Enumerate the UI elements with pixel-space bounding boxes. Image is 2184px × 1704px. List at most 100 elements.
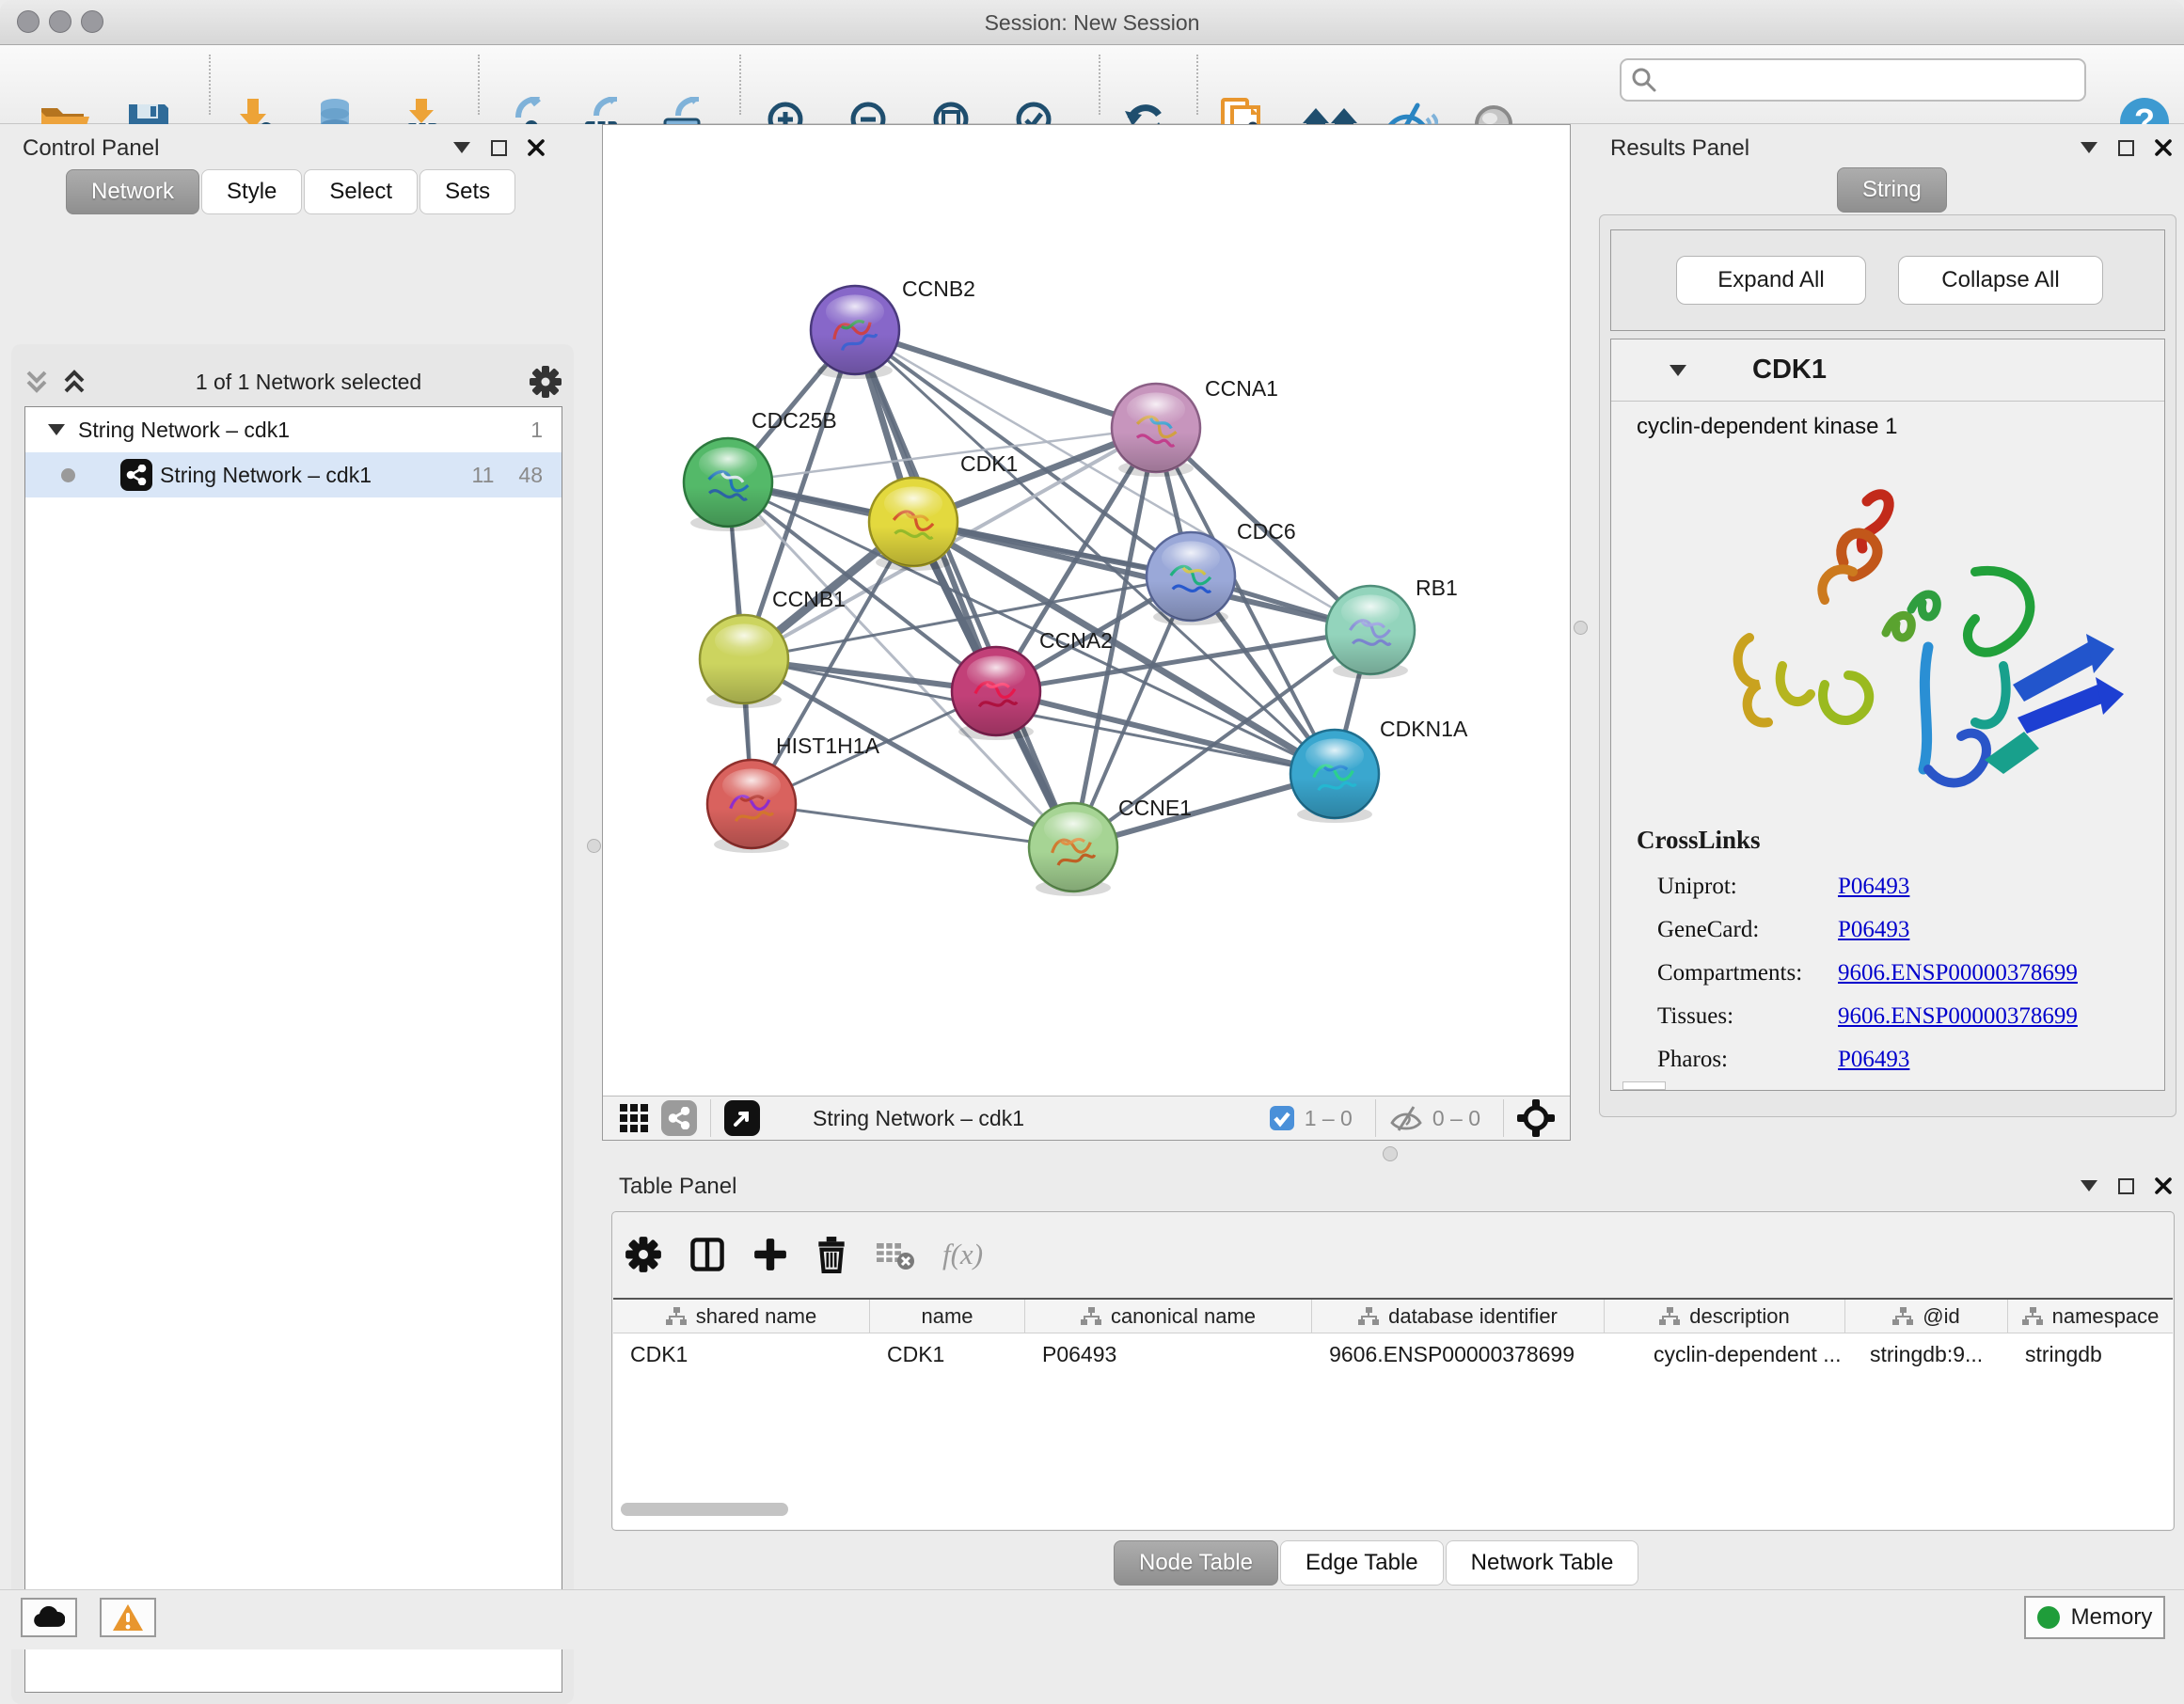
network-node-CDK1[interactable]: CDK1 (869, 451, 1018, 571)
network-edge-CCNB2-CCNE1[interactable] (855, 330, 1073, 847)
table-panel-title: Table Panel (619, 1174, 736, 1200)
function-builder-icon[interactable]: f(x) (942, 1238, 983, 1271)
network-node-CCNE1[interactable]: CCNE1 (1029, 796, 1192, 896)
tab-network-table[interactable]: Network Table (1446, 1540, 1639, 1586)
close-panel-icon[interactable] (528, 139, 545, 156)
column-header[interactable]: description (1605, 1300, 1845, 1333)
gene-collapse-icon[interactable] (1670, 365, 1686, 376)
gene-header-row[interactable]: CDK1 (1611, 339, 2164, 402)
network-node-CDC25B[interactable]: CDC25B (684, 408, 837, 531)
memory-button[interactable]: Memory (2024, 1596, 2165, 1639)
collapse-panel-icon[interactable] (2081, 142, 2097, 153)
node-label-CCNB2: CCNB2 (902, 276, 975, 301)
tab-node-table[interactable]: Node Table (1114, 1540, 1278, 1586)
search-input[interactable] (1620, 58, 2086, 102)
splitter-handle[interactable] (1383, 1146, 1398, 1161)
close-panel-icon[interactable] (2155, 139, 2172, 156)
network-tree: String Network – cdk1 1 String Network –… (24, 406, 562, 1693)
show-columns-icon[interactable] (688, 1236, 726, 1273)
float-panel-icon[interactable] (2118, 140, 2134, 156)
table-hscroll-thumb[interactable] (621, 1503, 788, 1516)
protein-structure-image (1693, 450, 2154, 816)
network-selection-status: 1 of 1 Network selected (88, 370, 529, 395)
tab-sets[interactable]: Sets (419, 169, 515, 214)
network-node-CDKN1A[interactable]: CDKN1A (1290, 717, 1468, 823)
uniprot-link[interactable]: P06493 (1838, 874, 1909, 900)
network-edge-HIST1H1A-CCNE1[interactable] (752, 804, 1073, 847)
pharos-link[interactable]: P06493 (1838, 1047, 1909, 1073)
collapse-panel-icon[interactable] (2081, 1180, 2097, 1191)
close-window-button[interactable] (17, 10, 40, 33)
network-node-HIST1H1A[interactable]: HIST1H1A (707, 734, 880, 853)
right-splitter[interactable] (1571, 124, 1590, 1142)
splitter-handle[interactable] (587, 839, 601, 853)
cloud-icon (33, 1606, 65, 1629)
tab-edge-table[interactable]: Edge Table (1280, 1540, 1444, 1586)
network-node-RB1[interactable]: RB1 (1326, 576, 1458, 679)
birds-eye-view-icon[interactable] (1517, 1099, 1555, 1137)
network-options-gear-icon[interactable] (529, 365, 562, 399)
toolbar-separator (1099, 55, 1100, 115)
crosslink-row: Pharos: P06493 (1657, 1038, 2156, 1081)
network-type-icon (120, 459, 152, 491)
results-panel-title: Results Panel (1610, 135, 1749, 162)
genecard-link[interactable]: P06493 (1838, 917, 1909, 943)
column-header[interactable]: canonical name (1025, 1300, 1312, 1333)
column-header[interactable]: shared name (613, 1300, 870, 1333)
network-edge-CCNB2-RB1[interactable] (855, 330, 1370, 630)
tissues-link[interactable]: 9606.ENSP00000378699 (1838, 1003, 2078, 1030)
table-options-gear-icon[interactable] (625, 1236, 662, 1273)
network-view-toolbar: String Network – cdk1 1 – 0 0 – 0 (603, 1096, 1570, 1140)
cloud-status-button[interactable] (21, 1598, 77, 1637)
node-label-CDK1: CDK1 (960, 451, 1018, 476)
network-view-icon[interactable] (661, 1100, 697, 1136)
float-panel-icon[interactable] (2118, 1178, 2134, 1194)
splitter-handle[interactable] (1574, 621, 1588, 635)
network-row[interactable]: String Network – cdk1 11 48 (25, 452, 562, 497)
node-label-RB1: RB1 (1416, 576, 1458, 600)
selected-checkbox-icon (1269, 1105, 1295, 1131)
tab-network[interactable]: Network (66, 169, 199, 214)
column-header[interactable]: namespace (2008, 1300, 2173, 1333)
network-node-CCNB1[interactable]: CCNB1 (700, 587, 846, 708)
selected-count: 1 – 0 (1305, 1106, 1353, 1131)
tab-select[interactable]: Select (304, 169, 418, 214)
delete-column-icon[interactable] (815, 1236, 848, 1273)
network-node-count: 11 (472, 463, 495, 488)
detach-view-icon[interactable] (724, 1100, 760, 1136)
close-panel-icon[interactable] (2155, 1177, 2172, 1194)
network-canvas[interactable]: CCNB2CCNA1CDC25BCDK1CDC6RB1CCNB1CCNA2CDK… (603, 125, 1570, 1096)
tab-style[interactable]: Style (201, 169, 302, 214)
table-row[interactable]: CDK1 CDK1 P06493 9606.ENSP00000378699 cy… (613, 1333, 2173, 1375)
collapse-panel-icon[interactable] (453, 142, 470, 153)
network-view-title: String Network – cdk1 (813, 1106, 1269, 1131)
network-canvas-container: CCNB2CCNA1CDC25BCDK1CDC6RB1CCNB1CCNA2CDK… (602, 124, 1571, 1141)
network-collection-row[interactable]: String Network – cdk1 1 (25, 407, 562, 452)
collapse-all-networks-icon[interactable] (60, 369, 88, 395)
column-header[interactable]: database identifier (1312, 1300, 1605, 1333)
table-hscrollbar[interactable] (621, 1503, 2165, 1520)
warnings-button[interactable] (100, 1598, 156, 1637)
add-column-icon[interactable] (752, 1237, 788, 1272)
column-header[interactable]: name (870, 1300, 1025, 1333)
hidden-count: 0 – 0 (1432, 1106, 1480, 1131)
horizontal-splitter[interactable] (602, 1142, 2184, 1166)
float-panel-icon[interactable] (491, 140, 507, 156)
expand-all-button[interactable]: Expand All (1676, 256, 1866, 305)
collection-expand-icon (48, 424, 65, 435)
zoom-window-button[interactable] (81, 10, 103, 33)
results-hscroll-thumb[interactable] (1622, 1081, 1666, 1090)
tab-string[interactable]: String (1837, 167, 1947, 213)
left-splitter[interactable] (585, 124, 602, 1142)
compartments-link[interactable]: 9606.ENSP00000378699 (1838, 960, 2078, 986)
table-header-row: shared name name canonical name database… (613, 1300, 2173, 1333)
collapse-all-button[interactable]: Collapse All (1898, 256, 2103, 305)
grid-view-icon[interactable] (616, 1100, 652, 1136)
node-label-CCNA2: CCNA2 (1039, 628, 1113, 653)
hidden-eye-icon (1389, 1104, 1423, 1132)
expand-all-networks-icon[interactable] (23, 369, 51, 395)
column-header[interactable]: @id (1845, 1300, 2008, 1333)
network-edge-CCNB2-CCNA1[interactable] (855, 330, 1156, 428)
minimize-window-button[interactable] (49, 10, 71, 33)
delete-table-icon[interactable] (875, 1238, 916, 1271)
